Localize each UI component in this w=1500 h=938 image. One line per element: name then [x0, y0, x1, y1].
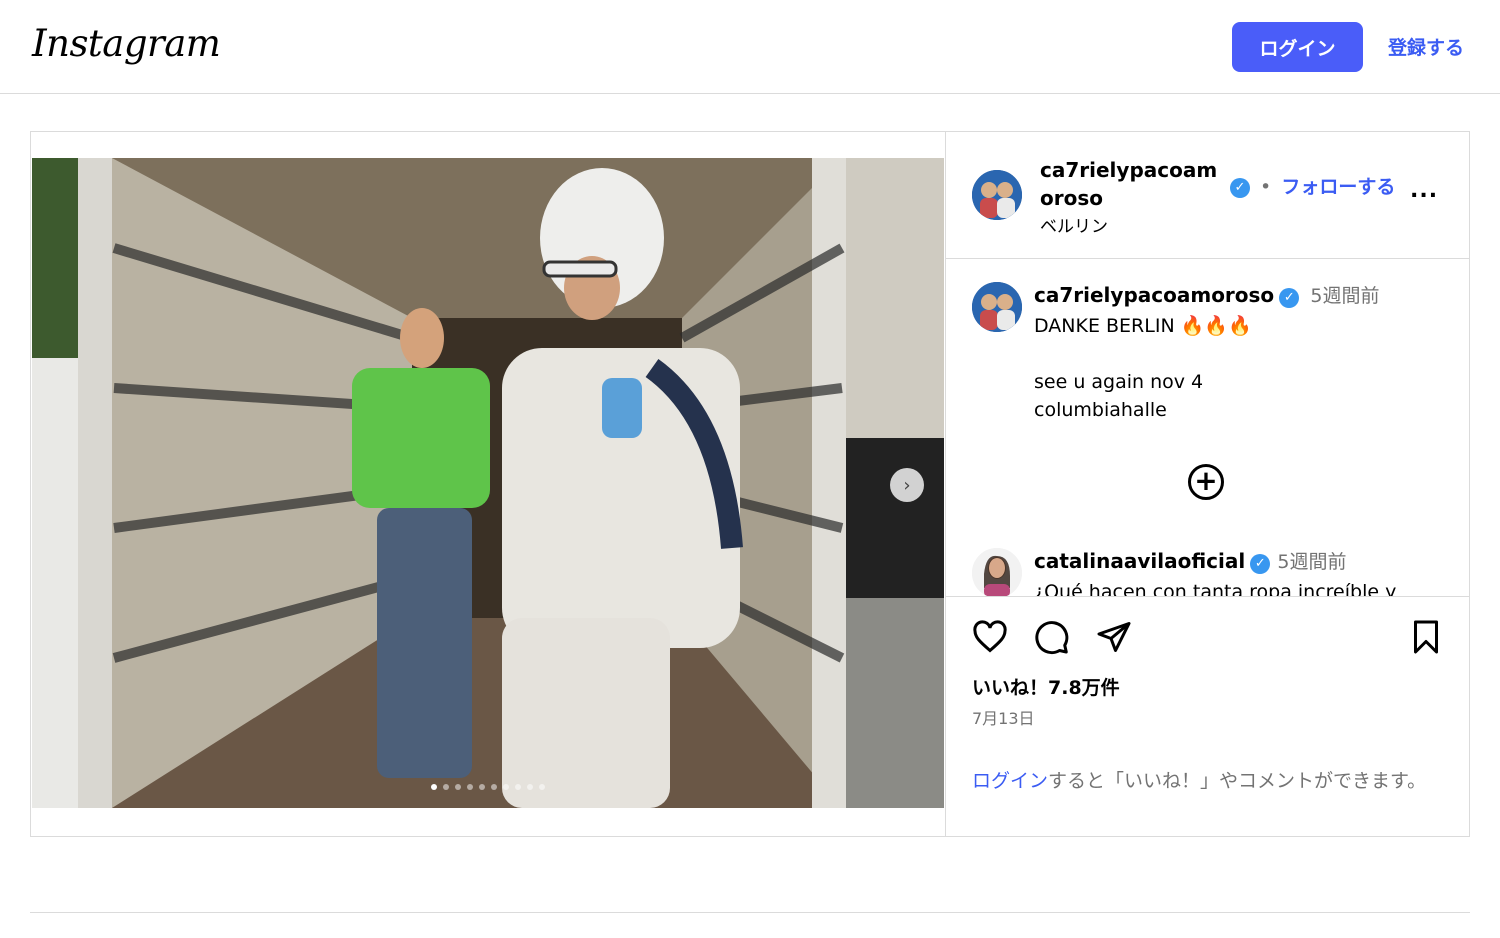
- comment-time[interactable]: 5週間前: [1277, 551, 1346, 573]
- caption-text: DANKE BERLIN 🔥🔥🔥 see u again nov 4 colum…: [1034, 315, 1252, 421]
- heart-icon[interactable]: [972, 619, 1008, 655]
- author-username[interactable]: ca7rielypacoamoroso: [1040, 156, 1230, 212]
- share-icon[interactable]: [1096, 619, 1132, 655]
- signup-link[interactable]: 登録する: [1388, 33, 1464, 60]
- carousel-dot: [503, 784, 509, 790]
- verified-badge-icon: ✓: [1279, 287, 1300, 308]
- login-prompt-text: すると「いいね！」やコメントができます。: [1048, 770, 1427, 792]
- carousel-dot: [455, 784, 461, 790]
- avatar-image: [972, 170, 1022, 220]
- post-actions: いいね！7.8万件 7月13日 ログインすると「いいね！」やコメントができます。: [946, 596, 1470, 836]
- comments-list: ca7rielypacoamoroso ✓ 5週間前 DANKE BERLIN …: [946, 260, 1470, 596]
- carousel-dot: [515, 784, 521, 790]
- carousel-dot: [527, 784, 533, 790]
- caption-avatar[interactable]: [972, 282, 1022, 332]
- login-prompt: ログインすると「いいね！」やコメントができます。: [972, 767, 1432, 795]
- photo-illustration: [32, 158, 944, 808]
- comment-username[interactable]: catalinaavilaoficial: [1034, 549, 1245, 573]
- follow-button[interactable]: フォローする: [1281, 176, 1395, 198]
- avatar-image: [972, 548, 1022, 596]
- login-prompt-link[interactable]: ログイン: [972, 770, 1048, 792]
- top-navigation-bar: Instagram ログイン 登録する: [0, 0, 1500, 94]
- caption-username[interactable]: ca7rielypacoamoroso: [1034, 283, 1274, 307]
- footer-divider: [30, 912, 1470, 913]
- avatar-image: [972, 282, 1022, 332]
- more-options-icon[interactable]: ...: [1410, 178, 1438, 203]
- post-location[interactable]: ベルリン: [1040, 212, 1108, 237]
- verified-badge-icon: ✓: [1230, 177, 1250, 198]
- comment-icon[interactable]: [1034, 619, 1070, 655]
- verified-badge-icon: ✓: [1250, 553, 1271, 574]
- post-media: ›: [31, 132, 945, 836]
- carousel-dot: [491, 784, 497, 790]
- likes-count[interactable]: いいね！7.8万件: [972, 673, 1120, 700]
- carousel-dot: [443, 784, 449, 790]
- bookmark-icon[interactable]: [1408, 619, 1444, 655]
- carousel-dot: [479, 784, 485, 790]
- post-photo[interactable]: ›: [32, 158, 944, 808]
- carousel-dot: [431, 784, 437, 790]
- comment-text: ¿Qué hacen con tanta ropa increíble y: [1034, 581, 1397, 596]
- login-button[interactable]: ログイン: [1232, 22, 1363, 72]
- carousel-dot: [467, 784, 473, 790]
- author-avatar[interactable]: [972, 170, 1022, 220]
- carousel-dots: [32, 784, 944, 790]
- post-container: › ca7rielypacoamoroso ✓ • フォローする ベルリン ..…: [30, 131, 1470, 837]
- post-header: ca7rielypacoamoroso ✓ • フォローする ベルリン ...: [946, 132, 1470, 259]
- follow-group: ✓ • フォローする: [1230, 172, 1395, 199]
- post-date[interactable]: 7月13日: [972, 705, 1035, 729]
- post-sidebar: ca7rielypacoamoroso ✓ • フォローする ベルリン ...: [945, 132, 1470, 836]
- next-slide-button[interactable]: ›: [890, 468, 924, 502]
- follow-separator: •: [1260, 176, 1272, 198]
- comment-avatar[interactable]: [972, 548, 1022, 596]
- caption-time[interactable]: 5週間前: [1310, 285, 1379, 307]
- carousel-dot: [539, 784, 545, 790]
- load-more-comments-icon[interactable]: +: [1188, 464, 1224, 500]
- instagram-logo[interactable]: Instagram: [32, 22, 221, 65]
